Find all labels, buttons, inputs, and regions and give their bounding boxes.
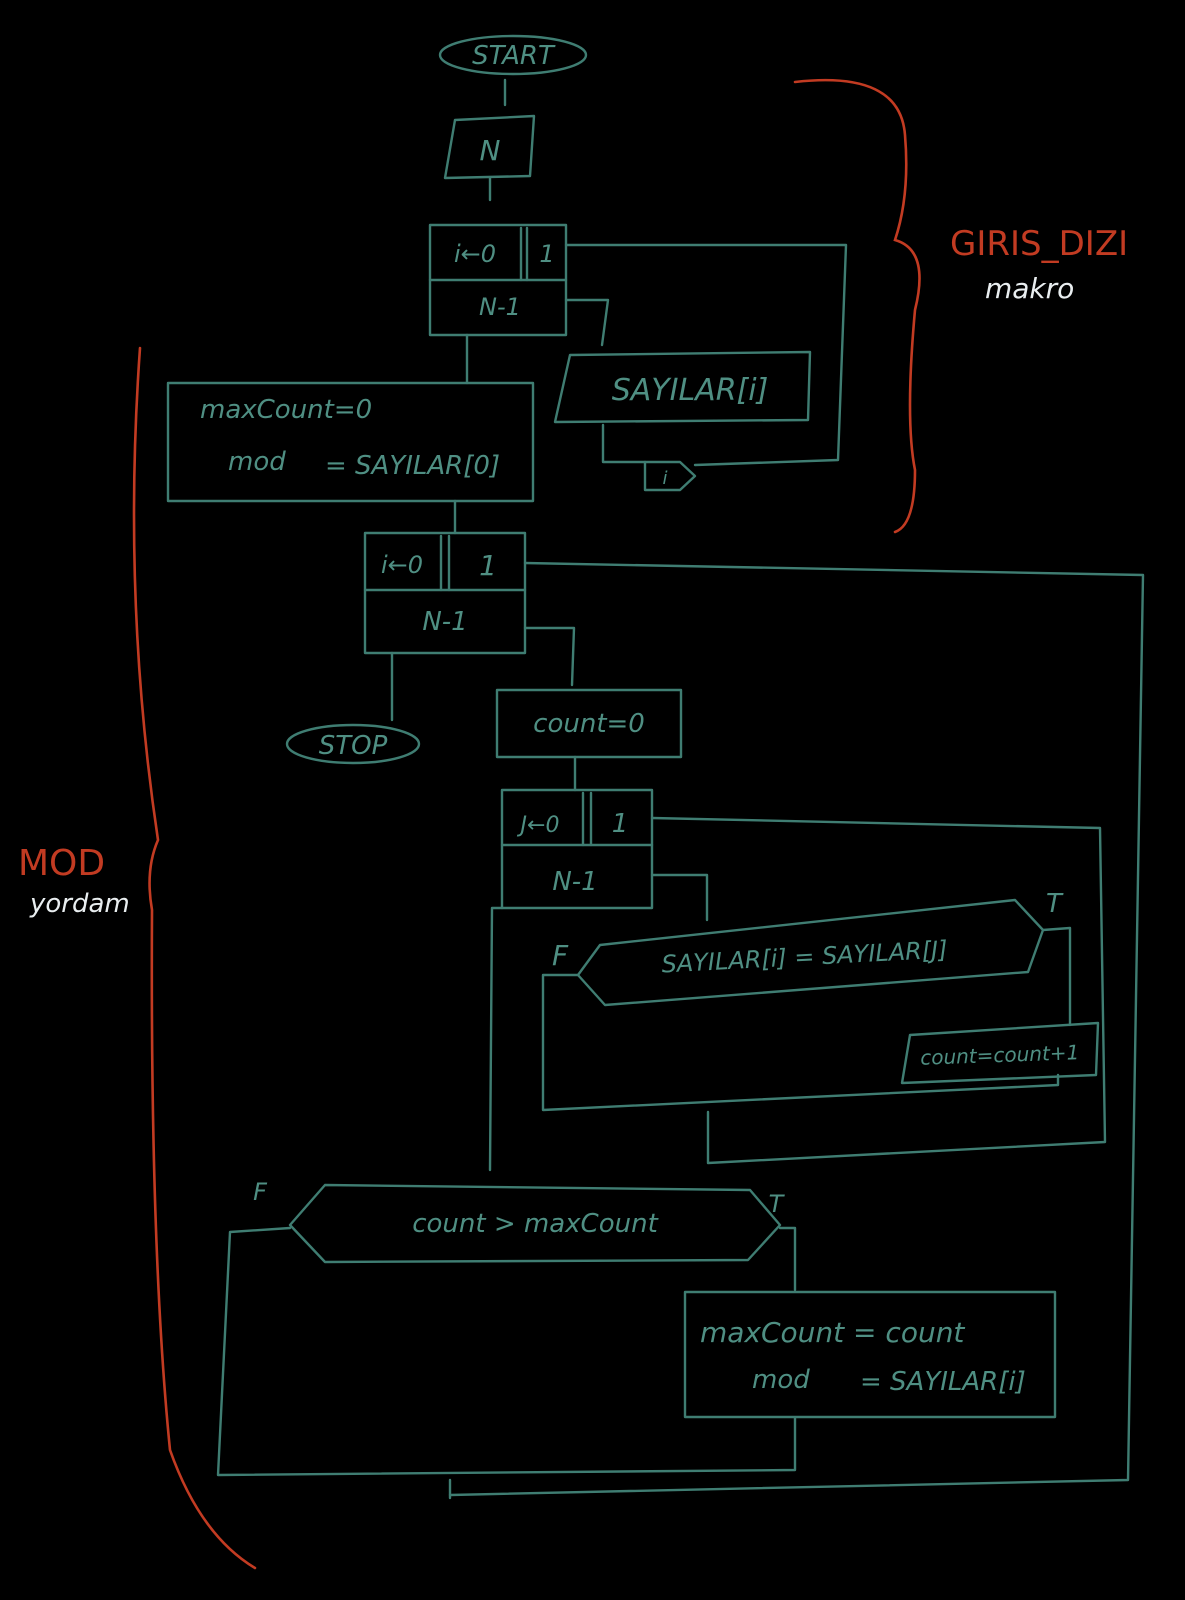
loop-outer-limit: N-1: [422, 607, 467, 637]
loop-j-box: J←0 1 N-1: [500, 788, 654, 910]
init-mod-name: mod: [228, 447, 286, 477]
loop-input-limit: N-1: [479, 293, 521, 321]
loop-input-init: i←0: [454, 240, 496, 268]
loop-j-body-flow: [650, 873, 709, 922]
procedure-title: MOD: [18, 843, 105, 884]
loop-j-limit: N-1: [552, 867, 597, 897]
input-n: N: [443, 114, 536, 180]
loop-j-step: 1: [612, 809, 629, 839]
macro-brace: [793, 78, 921, 534]
macro-title: GIRIS_DIZI: [950, 224, 1128, 264]
init-block: maxCount=0 mod = SAYILAR[0]: [166, 381, 535, 503]
start-label: START: [472, 41, 556, 71]
input-array-label: SAYILAR[i]: [612, 373, 769, 408]
decision-inner-true: T: [1046, 889, 1064, 919]
flow-line: [601, 423, 647, 464]
decision-outer: count > maxCount F T: [253, 1178, 786, 1264]
init-maxcount: maxCount=0: [200, 395, 372, 425]
input-n-label: N: [480, 134, 501, 167]
loop-j-exit: [488, 906, 504, 1172]
decision-inner-false: F: [552, 939, 569, 972]
connector-label: i: [662, 468, 667, 489]
loop-input-step: 1: [539, 240, 554, 268]
decision-outer-true: T: [769, 1190, 786, 1218]
procedure-subtitle: yordam: [29, 889, 130, 919]
loop-input-body-flow: [564, 298, 610, 347]
decision-inner-true-path: [1041, 926, 1072, 1027]
decision-outer-condition: count > maxCount: [412, 1209, 658, 1239]
procedure-brace: [132, 346, 257, 1570]
decision-inner-false-path: [541, 973, 1060, 1112]
decision-inner-condition: SAYILAR[i] = SAYILAR[J]: [661, 936, 948, 979]
loop-input-box: i←0 1 N-1: [428, 223, 568, 337]
input-array: SAYILAR[i]: [553, 350, 812, 424]
loop-outer-init: i←0: [381, 551, 423, 579]
decision-inner: SAYILAR[i] = SAYILAR[J] F T: [552, 889, 1064, 1007]
loop-connector: i: [643, 460, 697, 492]
loop-outer-return: [448, 561, 1145, 1497]
start-terminal: START: [438, 34, 588, 76]
macro-subtitle: makro: [985, 272, 1074, 305]
count-increment-block: count=count+1: [900, 1021, 1100, 1085]
stop-terminal: STOP: [285, 723, 421, 765]
flowchart-canvas: START N i←0 1 N-1 SAYILAR[i] i maxCount=…: [18, 34, 1145, 1570]
count-increment-label: count=count+1: [920, 1040, 1080, 1070]
count-init-block: count=0: [495, 688, 683, 759]
loop-j-init: J←0: [517, 813, 560, 838]
loop-j-return: [650, 816, 1107, 1165]
stop-label: STOP: [319, 731, 388, 761]
loop-outer-step: 1: [479, 549, 497, 582]
decision-outer-true-path: [778, 1226, 797, 1292]
loop-outer-box: i←0 1 N-1: [363, 531, 527, 655]
loop-outer-body-flow: [523, 626, 576, 687]
update-mod-value: = SAYILAR[i]: [860, 1367, 1026, 1397]
init-mod-value: = SAYILAR[0]: [325, 451, 500, 481]
update-mod-name: mod: [752, 1365, 810, 1395]
update-block: maxCount = count mod = SAYILAR[i]: [683, 1290, 1057, 1419]
count-init-label: count=0: [533, 709, 645, 739]
update-maxcount: maxCount = count: [700, 1316, 965, 1349]
decision-outer-false: F: [253, 1178, 268, 1206]
decision-outer-false-path: [216, 1226, 797, 1477]
